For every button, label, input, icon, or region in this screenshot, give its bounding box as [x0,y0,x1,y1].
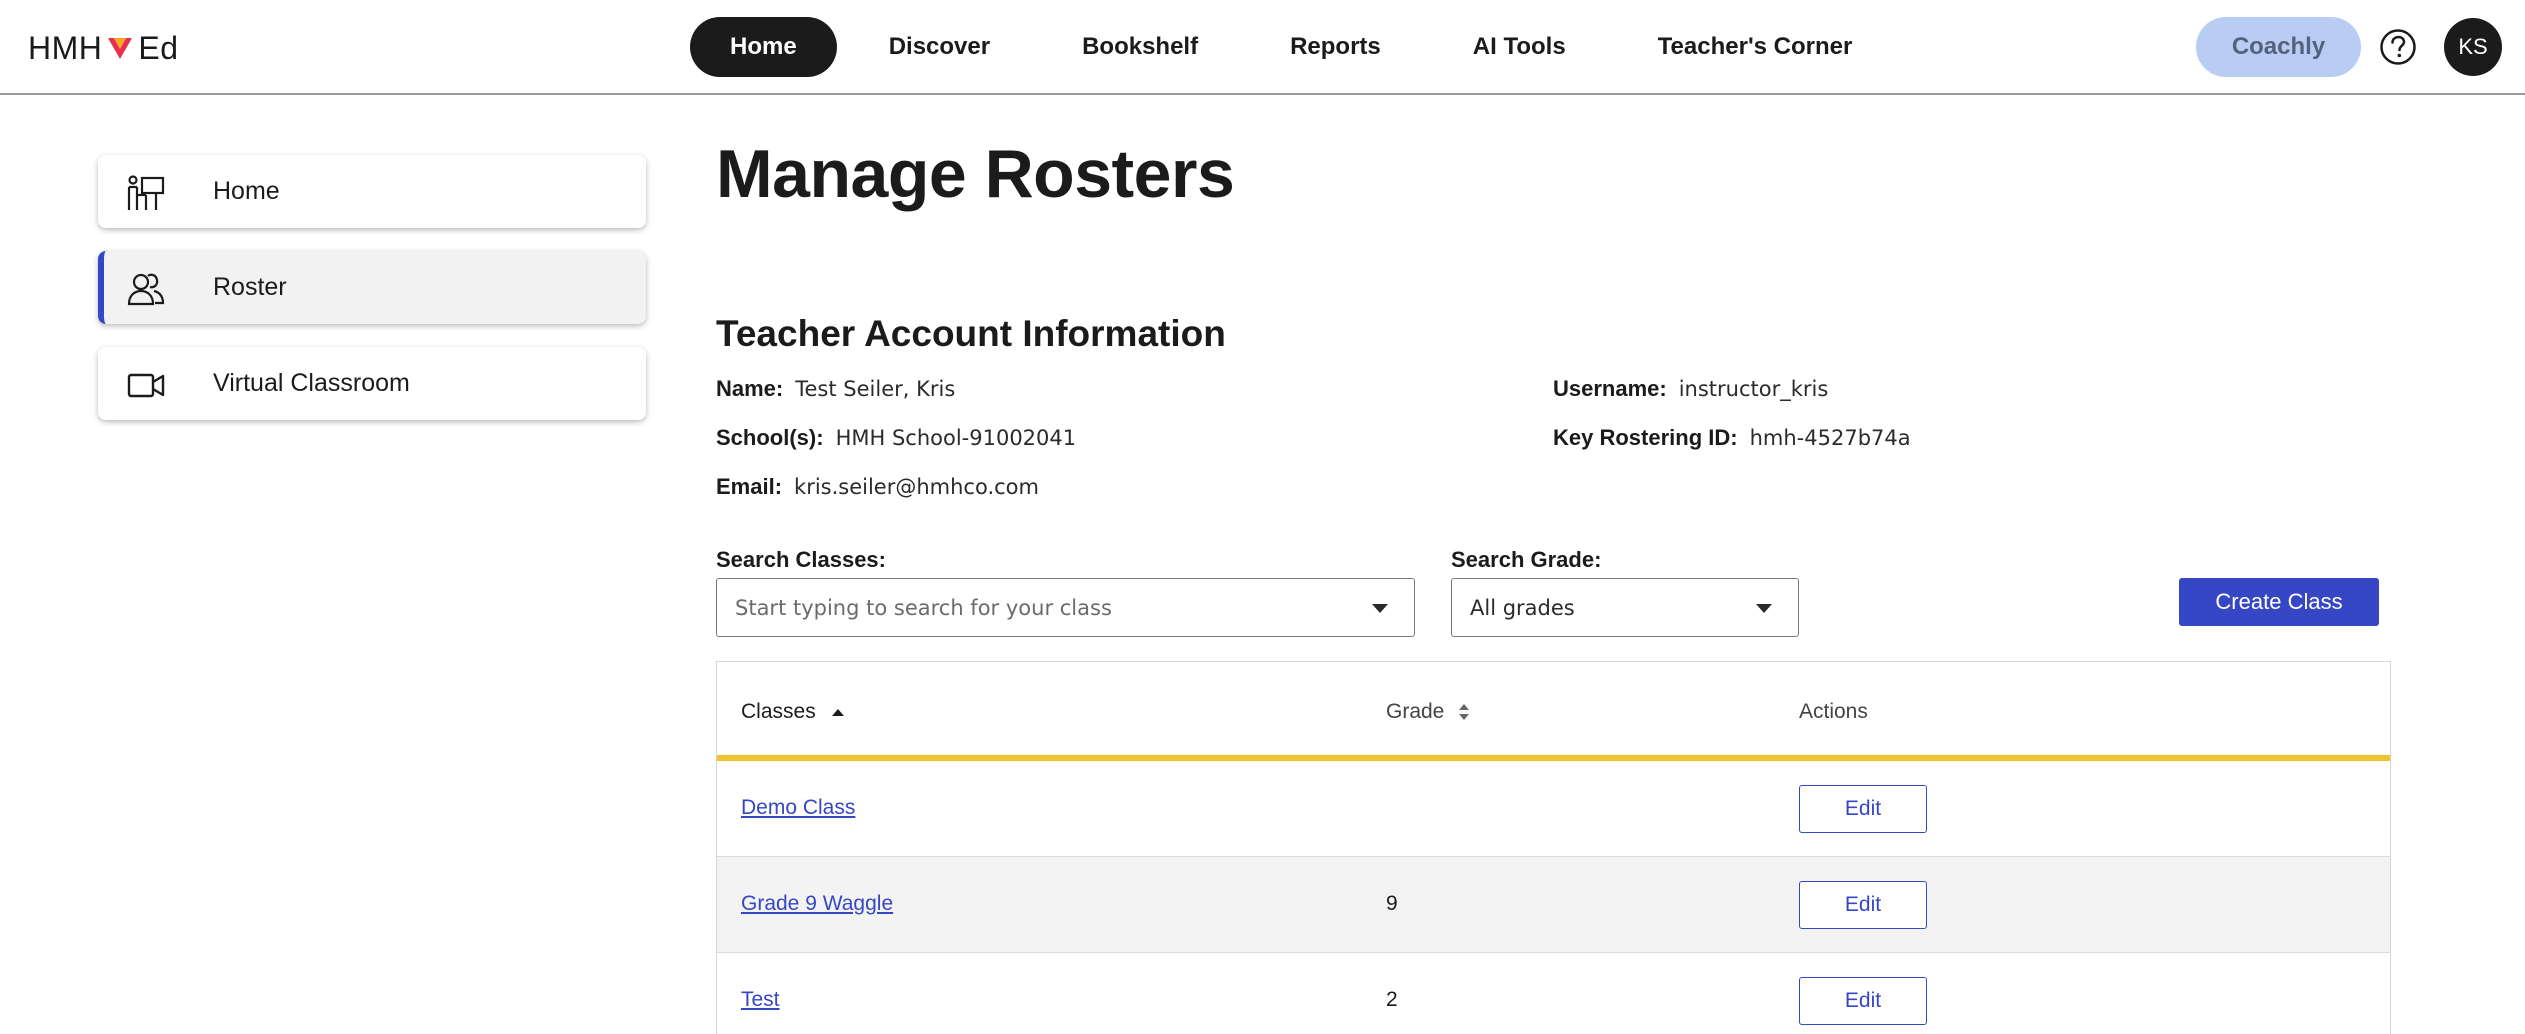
sidebar-item-label: Virtual Classroom [213,369,410,397]
classes-column-header[interactable]: Classes [741,700,846,724]
sidebar-item-label: Roster [213,273,287,301]
account-rostering-id: Key Rostering ID: hmh-4527b74a [1553,425,1911,451]
table-row: Grade 9 Waggle 9 Edit [717,857,2390,953]
main-nav: Home Discover Bookshelf Reports AI Tools… [690,17,1904,77]
table-row: Test 2 Edit [717,953,2390,1034]
logo-text-left: HMH [28,29,103,66]
top-navigation-bar: HMH Ed Home Discover Bookshelf Reports A… [0,0,2525,95]
search-grade-select[interactable]: All grades [1451,578,1799,637]
nav-teachers-corner[interactable]: Teacher's Corner [1618,17,1893,77]
video-camera-icon [127,373,165,398]
email-label: Email: [716,474,783,499]
class-link[interactable]: Demo Class [741,796,855,820]
search-classes-label: Search Classes: [716,547,886,572]
search-classes-placeholder: Start typing to search for your class [735,595,1112,620]
name-value: Test Seiler, Kris [795,377,956,401]
edit-button[interactable]: Edit [1799,977,1927,1025]
grade-header-label: Grade [1386,700,1445,723]
search-grade-label: Search Grade: [1451,547,1602,572]
chevron-down-icon[interactable] [1756,604,1772,613]
username-value: instructor_kris [1678,377,1829,401]
account-email: Email: kris.seiler@hmhco.com [716,474,1039,500]
class-link[interactable]: Test [741,988,780,1012]
table-header: Classes Grade Actions [717,662,2390,761]
nav-home[interactable]: Home [690,17,837,77]
actions-column-header: Actions [1799,700,1868,724]
rostering-id-label: Key Rostering ID: [1553,425,1738,450]
class-grade: 9 [1386,892,1398,915]
username-label: Username: [1553,376,1667,401]
sidebar-item-virtual-classroom[interactable]: Virtual Classroom [98,347,646,420]
class-link[interactable]: Grade 9 Waggle [741,892,893,916]
school-value: HMH School-91002041 [835,426,1077,450]
table-row: Demo Class Edit [717,761,2390,857]
account-name: Name: Test Seiler, Kris [716,376,955,402]
hmh-ed-logo[interactable]: HMH Ed [28,28,179,68]
account-username: Username: instructor_kris [1553,376,1828,402]
nav-bookshelf[interactable]: Bookshelf [1042,17,1238,77]
sidebar-item-label: Home [213,177,280,205]
grade-column-header[interactable]: Grade [1386,700,1472,724]
rostering-id-value: hmh-4527b74a [1749,426,1911,450]
help-icon[interactable] [2379,28,2417,66]
logo-mark-icon [108,38,133,59]
nav-ai-tools[interactable]: AI Tools [1433,17,1606,77]
chevron-down-icon[interactable] [1372,604,1388,613]
classes-table: Classes Grade Actions Demo Class Edit Gr… [716,661,2391,1034]
coachly-button[interactable]: Coachly [2196,17,2361,77]
sidebar-item-roster[interactable]: Roster [98,251,646,324]
teacher-board-icon [127,175,165,210]
search-grade-value: All grades [1470,595,1575,620]
email-value: kris.seiler@hmhco.com [794,475,1039,499]
classes-header-label: Classes [741,700,816,723]
class-grade: 2 [1386,988,1398,1011]
account-school: School(s): HMH School-91002041 [716,425,1076,451]
edit-button[interactable]: Edit [1799,881,1927,929]
sort-both-icon[interactable] [1456,701,1472,723]
section-title: Teacher Account Information [716,313,1226,354]
create-class-button[interactable]: Create Class [2179,578,2379,626]
sort-ascending-icon[interactable] [830,706,846,718]
nav-discover[interactable]: Discover [849,17,1030,77]
actions-header-label: Actions [1799,700,1868,723]
user-avatar[interactable]: KS [2444,18,2502,76]
nav-reports[interactable]: Reports [1250,17,1421,77]
name-label: Name: [716,376,784,401]
users-icon [127,273,165,306]
school-label: School(s): [716,425,824,450]
search-classes-input[interactable]: Start typing to search for your class [716,578,1415,637]
logo-text-right: Ed [138,29,179,66]
page-title: Manage Rosters [716,136,1235,212]
edit-button[interactable]: Edit [1799,785,1927,833]
sidebar-item-home[interactable]: Home [98,155,646,228]
